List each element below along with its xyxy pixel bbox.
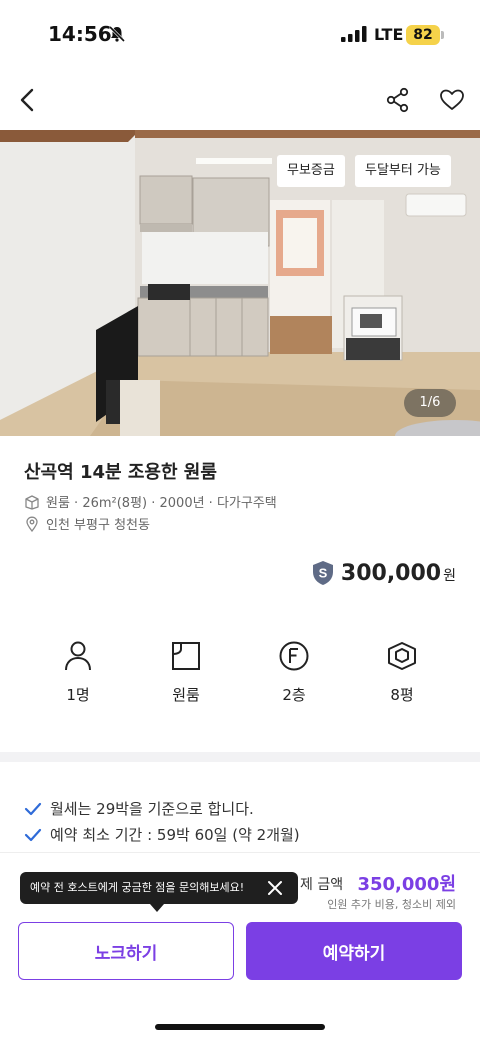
signal-icon [341, 26, 367, 42]
total-amount-note: 인원 추가 비용, 청소비 제외 [327, 898, 456, 911]
price-unit: 원 [443, 568, 456, 584]
svg-text:S: S [319, 566, 328, 581]
chevron-left-icon [20, 88, 34, 112]
rule-text: 예약 최소 기간 : 59박 60일 (약 2개월) [50, 826, 300, 844]
check-icon [24, 802, 42, 815]
feature-floor: 2층 [254, 640, 334, 705]
battery-tip [441, 31, 444, 39]
total-amount-value: 350,000원 [357, 874, 456, 895]
area-icon [388, 642, 416, 670]
feature-capacity-label: 1명 [66, 686, 90, 704]
check-icon [24, 828, 42, 841]
section-divider [0, 752, 480, 762]
heart-icon [440, 89, 464, 110]
tooltip-arrow [150, 904, 164, 912]
rule-item: 월세는 29박을 기준으로 합니다. [24, 798, 254, 819]
room-photo[interactable]: 무보증금 두달부터 가능 1/6 [0, 130, 480, 436]
location-pin-icon [26, 516, 38, 532]
price-block: S 300,000 원 [311, 560, 456, 586]
listing-title: 산곡역 14분 조용한 원룸 [24, 462, 217, 483]
share-button[interactable] [382, 84, 414, 116]
favorite-button[interactable] [436, 84, 468, 116]
battery-icon: 82 [406, 25, 440, 45]
bell-off-icon [108, 25, 126, 43]
close-icon [268, 881, 282, 895]
room-icon [172, 642, 200, 670]
host-inquiry-tooltip: 예약 전 호스트에게 궁금한 점을 문의해보세요! [20, 872, 298, 904]
listing-details: 원룸 · 26m²(8평) · 2000년 · 다가구주택 [24, 492, 277, 511]
listing-location: 인천 부평구 청천동 [24, 514, 150, 533]
building-icon [25, 494, 39, 510]
status-bar: 14:56 LTE 82 [0, 0, 480, 70]
feature-area: 8평 [362, 640, 442, 705]
network-type: LTE [374, 25, 404, 44]
tooltip-text: 예약 전 호스트에게 궁금한 점을 문의해보세요! [30, 881, 245, 894]
share-icon [386, 87, 409, 113]
shield-s-icon: S [312, 561, 333, 585]
tag-no-deposit: 무보증금 [277, 155, 345, 187]
photo-counter: 1/6 [404, 389, 456, 417]
feature-area-label: 8평 [390, 686, 414, 704]
top-nav [0, 72, 480, 128]
person-icon [65, 641, 91, 671]
feature-capacity: 1명 [38, 640, 118, 705]
status-time: 14:56 [48, 22, 112, 46]
book-button[interactable]: 예약하기 [246, 922, 462, 980]
tag-two-months: 두달부터 가능 [355, 155, 451, 187]
rule-text: 월세는 29박을 기준으로 합니다. [50, 800, 254, 818]
listing-location-text: 인천 부평구 청천동 [46, 518, 150, 533]
total-amount-label: 제 금액 [300, 877, 344, 893]
feature-room-type: 원룸 [146, 640, 226, 705]
back-button[interactable] [12, 84, 44, 116]
rule-item: 예약 최소 기간 : 59박 60일 (약 2개월) [24, 824, 300, 845]
price-value: 300,000 [340, 560, 442, 586]
listing-details-text: 원룸 · 26m²(8평) · 2000년 · 다가구주택 [46, 496, 277, 511]
home-indicator [155, 1024, 325, 1030]
tooltip-close-button[interactable] [266, 879, 284, 897]
feature-floor-label: 2층 [282, 686, 306, 704]
floor-icon [279, 641, 309, 671]
knock-button[interactable]: 노크하기 [18, 922, 234, 980]
feature-room-type-label: 원룸 [172, 686, 200, 704]
